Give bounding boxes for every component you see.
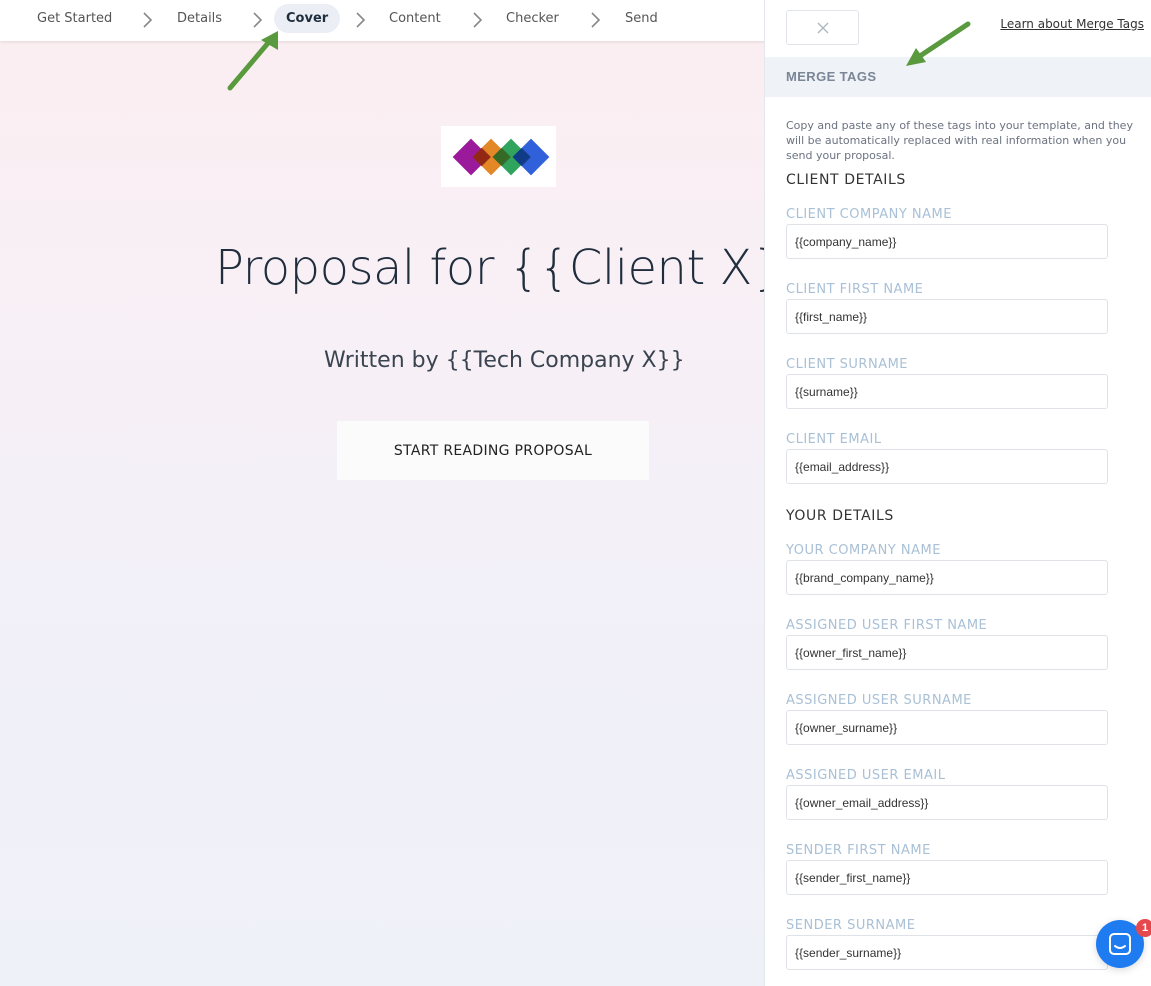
step-checker[interactable]: Checker bbox=[506, 11, 559, 27]
close-button[interactable] bbox=[786, 10, 859, 45]
chevron-right-icon bbox=[591, 12, 601, 28]
field-label: SENDER SURNAME bbox=[786, 918, 916, 933]
field-label: CLIENT EMAIL bbox=[786, 432, 882, 447]
field-label: CLIENT SURNAME bbox=[786, 357, 909, 372]
assigned-user-email-field[interactable] bbox=[786, 785, 1108, 820]
client-email-field[interactable] bbox=[786, 449, 1108, 484]
chevron-right-icon bbox=[143, 12, 153, 28]
field-label: CLIENT FIRST NAME bbox=[786, 282, 924, 297]
sender-first-name-field[interactable] bbox=[786, 860, 1108, 895]
cover-canvas: Get Started Details Cover Content Checke… bbox=[0, 0, 765, 986]
annotation-arrow-icon bbox=[906, 21, 971, 66]
step-get-started[interactable]: Get Started bbox=[37, 11, 112, 27]
step-content[interactable]: Content bbox=[389, 11, 441, 27]
field-label: CLIENT COMPANY NAME bbox=[786, 207, 952, 222]
proposal-subtitle[interactable]: Written by {{Tech Company X}} bbox=[324, 348, 685, 373]
close-icon bbox=[817, 22, 828, 33]
client-surname-field[interactable] bbox=[786, 374, 1108, 409]
your-company-name-field[interactable] bbox=[786, 560, 1108, 595]
field-label: ASSIGNED USER EMAIL bbox=[786, 768, 946, 783]
company-logo bbox=[441, 126, 556, 187]
field-label: SENDER FIRST NAME bbox=[786, 843, 931, 858]
annotation-arrow-icon bbox=[227, 31, 278, 91]
field-label: ASSIGNED USER FIRST NAME bbox=[786, 618, 988, 633]
assigned-user-first-name-field[interactable] bbox=[786, 635, 1108, 670]
chevron-right-icon bbox=[253, 12, 263, 28]
step-send[interactable]: Send bbox=[625, 11, 658, 27]
assigned-user-surname-field[interactable] bbox=[786, 710, 1108, 745]
client-company-name-field[interactable] bbox=[786, 224, 1108, 259]
client-details-heading: CLIENT DETAILS bbox=[786, 172, 906, 188]
merge-tags-panel: Learn about Merge Tags MERGE TAGS Copy a… bbox=[764, 0, 1151, 986]
merge-tags-intro: Copy and paste any of these tags into yo… bbox=[786, 119, 1133, 162]
proposal-title[interactable]: Proposal for {{Client X}} bbox=[215, 240, 765, 296]
step-details[interactable]: Details bbox=[177, 11, 222, 27]
client-first-name-field[interactable] bbox=[786, 299, 1108, 334]
chevron-right-icon bbox=[356, 12, 366, 28]
sender-surname-field[interactable] bbox=[786, 935, 1108, 970]
step-navigation: Get Started Details Cover Content Checke… bbox=[0, 0, 765, 41]
field-label: YOUR COMPANY NAME bbox=[786, 543, 941, 558]
logo-diamonds-icon bbox=[452, 138, 550, 176]
field-label: ASSIGNED USER SURNAME bbox=[786, 693, 972, 708]
your-details-heading: YOUR DETAILS bbox=[786, 508, 894, 524]
learn-merge-tags-link[interactable]: Learn about Merge Tags bbox=[1000, 17, 1144, 31]
notification-badge: 1 bbox=[1136, 919, 1151, 937]
chevron-right-icon bbox=[473, 12, 483, 28]
start-reading-button[interactable]: START READING PROPOSAL bbox=[337, 421, 649, 480]
